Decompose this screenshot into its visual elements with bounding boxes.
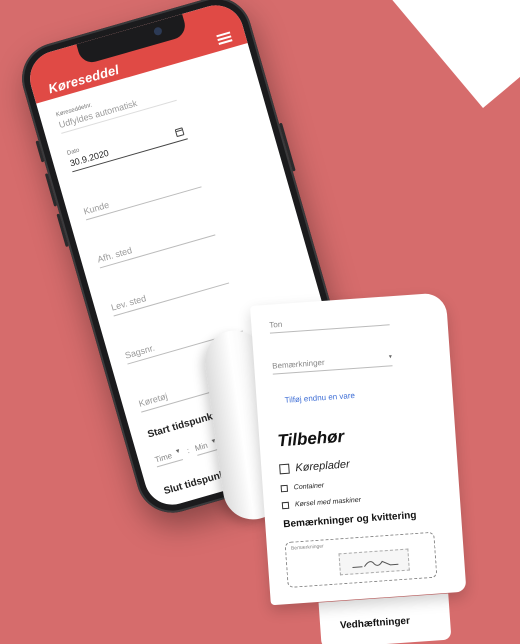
start-hour-select[interactable]: Time ▼: [153, 448, 184, 468]
end-hour-label: Time: [170, 508, 189, 511]
accessories-title: Tilbehør: [276, 426, 345, 451]
chevron-down-icon: ▾: [388, 354, 393, 361]
checkbox-korepladder[interactable]: Køreplader: [279, 452, 439, 475]
add-item-link[interactable]: Tilføj endnu en vare: [284, 385, 434, 405]
hamburger-menu-icon[interactable]: [216, 31, 233, 45]
checkbox-icon[interactable]: [280, 484, 289, 493]
end-minute-label: Min: [210, 497, 225, 510]
camera-icon: [152, 26, 163, 37]
start-minute-select[interactable]: Min ▼: [193, 438, 220, 456]
chevron-down-icon: ▼: [190, 505, 199, 512]
start-minute-label: Min: [193, 440, 209, 454]
checkbox-korsel-label: Kørsel med maskiner: [294, 496, 362, 509]
receipt-tail: [318, 593, 452, 644]
signature-icon: [352, 560, 399, 568]
remarks-section-title: Bemærkninger og kvittering: [282, 509, 417, 531]
chevron-down-icon: ▼: [174, 448, 182, 456]
phone-volume-up-button: [44, 173, 58, 207]
checkbox-container[interactable]: Container: [280, 474, 441, 493]
checkbox-icon[interactable]: [279, 463, 290, 475]
corner-decoration: [354, 0, 520, 109]
receipt-paper: Ton Bemærkninger ▾ Tilføj endnu en vare …: [250, 292, 467, 606]
time-separator: :: [185, 446, 191, 456]
end-minute-select[interactable]: Min ▼: [210, 494, 236, 512]
phone-volume-down-button: [56, 213, 69, 248]
remarks-box[interactable]: Bemærkninger: [284, 531, 438, 589]
checkbox-icon[interactable]: [281, 501, 290, 510]
time-separator: :: [202, 502, 207, 512]
end-hour-select[interactable]: Time▼: [170, 505, 200, 512]
chevron-down-icon: ▼: [210, 438, 218, 446]
checkbox-container-label: Container: [293, 482, 325, 492]
remarks-select[interactable]: Bemærkninger ▾: [271, 353, 393, 375]
remarks-select-label: Bemærkninger: [271, 357, 325, 371]
checkbox-korepladder-label: Køreplader: [295, 458, 351, 475]
chevron-down-icon: ▼: [226, 494, 234, 503]
phone-side-button: [35, 140, 45, 163]
checkbox-korsel[interactable]: Kørsel med maskiner: [281, 491, 442, 510]
signature-pad[interactable]: [338, 548, 410, 576]
remarks-box-label: Bemærkninger: [290, 543, 324, 552]
ton-input[interactable]: Ton: [269, 312, 390, 334]
start-hour-label: Time: [153, 451, 174, 465]
attachments-title: Vedhæftninger: [339, 615, 411, 632]
